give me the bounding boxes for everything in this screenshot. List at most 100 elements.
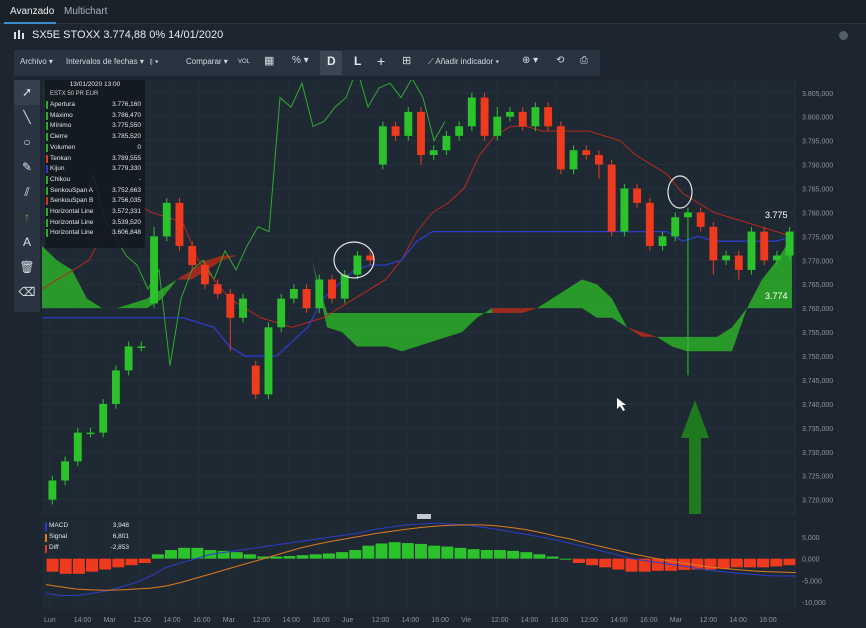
macd-legend-swatch — [45, 523, 47, 531]
candle-bearish — [226, 293, 235, 318]
cloud-bullish-segment — [372, 312, 387, 347]
candle-bearish — [518, 111, 527, 127]
time-tick-label: Mar — [670, 617, 683, 624]
price-tick-label: 3.755,000 — [802, 330, 833, 337]
macd-histogram-bar-negative — [138, 558, 151, 563]
trash-icon[interactable]: 🗑 — [14, 255, 40, 280]
legend-swatch — [46, 229, 48, 238]
tab-multichart[interactable]: Multichart — [64, 6, 107, 17]
macd-histogram-bar-positive — [283, 556, 296, 559]
text-tool-icon[interactable]: A — [14, 230, 40, 255]
fibonacci-icon[interactable]: ⫽ — [14, 180, 40, 205]
zoom-icon: ⊕ — [522, 55, 531, 66]
time-tick-label: 12:00 — [491, 617, 509, 624]
candle-bearish — [213, 284, 222, 294]
macd-legend-value: 3,948 — [112, 522, 129, 529]
candlestick-chart-icon — [14, 30, 24, 39]
candle-bullish — [671, 217, 680, 237]
print-icon[interactable]: ⎙ — [580, 55, 588, 66]
candle-bearish — [709, 226, 718, 261]
percent-menu[interactable]: % ▾ — [292, 55, 309, 66]
legend-field-value: 3.779,330 — [112, 165, 141, 173]
up-arrow-shaft — [689, 436, 701, 514]
macd-histogram-bar-positive — [415, 543, 427, 559]
candle-bullish — [353, 255, 362, 275]
price-tick-label: 3.785,000 — [802, 187, 833, 194]
candle-bullish — [404, 111, 413, 136]
candle-bullish — [73, 432, 82, 462]
add-indicator-menu[interactable]: ⟋ Añadir indicador ▾ — [428, 57, 499, 67]
cloud-bullish-segment — [357, 312, 372, 347]
time-tick-label: 12:00 — [253, 617, 271, 624]
macd-legend-row: Signal 6,801 — [45, 533, 135, 543]
candle-bullish — [684, 212, 692, 218]
time-tick-label: 16:00 — [640, 617, 658, 624]
legend-field-name: Chikou — [50, 175, 71, 183]
crosshair-icon[interactable]: + — [377, 53, 385, 69]
legend-date: 13/01/2020 13:00 — [69, 81, 121, 88]
candle-bullish — [531, 107, 540, 127]
time-tick-label: Vie — [461, 617, 471, 624]
legend-field-name: SenkouSpan B — [50, 197, 94, 205]
refresh-icon[interactable]: ⟲ — [556, 55, 564, 66]
macd-histogram-bar-positive — [336, 552, 349, 559]
circle-icon[interactable]: ○ — [14, 130, 40, 155]
arrow-up-icon[interactable]: ↑ — [14, 205, 40, 230]
candle-bearish — [417, 111, 425, 156]
candle-bearish — [366, 255, 375, 261]
panel-resize-handle — [417, 514, 431, 519]
candle-bearish — [200, 265, 209, 285]
grid-icon[interactable]: ▦ — [264, 54, 274, 67]
tab-avanzado[interactable]: Avanzado — [10, 6, 54, 17]
candle-bullish — [785, 231, 794, 256]
macd-histogram-bar-negative — [586, 558, 599, 566]
price-tick-label: 3.730,000 — [802, 450, 833, 457]
eraser-icon[interactable]: ⌫ — [14, 280, 40, 305]
status-dot-icon[interactable] — [839, 31, 848, 40]
macd-legend-name: Signal — [49, 533, 68, 540]
macd-histogram-bar-positive — [507, 550, 520, 559]
macd-tick-label: 0,000 — [802, 557, 820, 564]
cloud-bullish-segment — [687, 336, 702, 352]
legend-field-value: 3.776,160 — [112, 101, 141, 108]
legend-field-value: 3.786,470 — [112, 111, 141, 119]
candle-bullish — [162, 202, 171, 237]
candle-bearish — [480, 97, 489, 136]
macd-histogram-bar-positive — [362, 545, 375, 559]
indicators-chart-icon[interactable]: ⊞ — [402, 54, 411, 67]
legend-field-name: SenkouSpan A — [50, 186, 94, 194]
candle-bearish — [734, 255, 743, 270]
legend-field-value: 0 — [137, 143, 141, 151]
time-tick-label: 12:00 — [372, 617, 390, 624]
trendline-icon[interactable]: ╲ — [14, 105, 40, 130]
legend-swatch — [46, 101, 48, 109]
chart-type-menu[interactable]: ⫾ ▾ — [150, 57, 159, 67]
price-tick-label: 3.750,000 — [802, 354, 833, 361]
zoom-menu[interactable]: ⊕ ▾ — [522, 55, 538, 66]
macd-histogram-bar-positive — [178, 547, 191, 559]
candle-bullish — [340, 274, 349, 299]
legend-row: Chikou - — [45, 175, 145, 186]
compare-menu[interactable]: Comparar ▾ — [186, 57, 228, 66]
candle-bullish — [455, 126, 464, 136]
legend-field-name: Apertura — [50, 101, 75, 108]
volume-toggle[interactable]: VOL — [238, 59, 250, 65]
macd-tick-label: -5,000 — [802, 578, 822, 585]
legend-field-name: Cierre — [50, 133, 68, 141]
legend-swatch — [46, 111, 48, 120]
price-chart[interactable]: 3.7753.774 3.805,0003.800,0003.795,0003.… — [42, 80, 866, 628]
chart-type-icon: ⫾ — [150, 57, 153, 66]
pointer-icon[interactable]: ➚ — [14, 80, 40, 105]
legend-row: Horizontal Line 3.572,331 — [45, 207, 145, 218]
date-range-menu[interactable]: Intervalos de fechas ▾ — [66, 57, 144, 66]
macd-histogram-bar-negative — [59, 558, 72, 574]
pen-icon[interactable]: ✎ — [14, 155, 40, 180]
candle-bearish — [556, 126, 565, 170]
time-tick-label: 16:00 — [759, 617, 777, 624]
legend-row: Máximo 3.786,470 — [45, 111, 145, 122]
time-tick-label: 14:00 — [402, 617, 420, 624]
archivo-menu[interactable]: Archivo ▾ — [20, 57, 53, 66]
line-mode-button[interactable]: L — [354, 54, 361, 68]
legend-row: Horizontal Line 3.539,520 — [45, 218, 145, 229]
drawing-tools-sidebar: ➚ ╲ ○ ✎ ⫽ ↑ A 🗑 ⌫ — [14, 80, 40, 312]
